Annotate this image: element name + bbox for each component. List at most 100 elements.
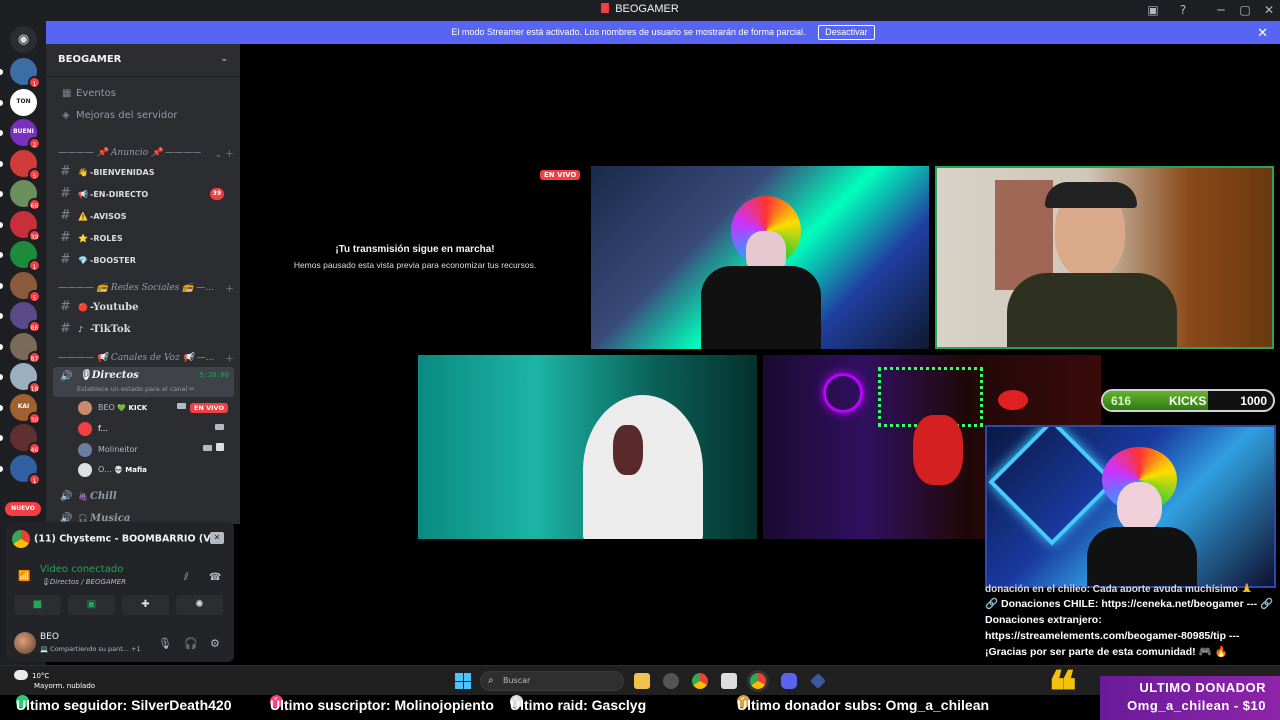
noise-suppression-icon[interactable]: ⫽ [184,572,188,583]
server-label: TON [16,97,31,105]
unread-pip [0,221,3,228]
server-badge: 5 [28,289,41,303]
unread-pip [0,160,3,167]
category-anuncio[interactable]: ———— 📌 Anuncio 📌 ———— ⌄ ＋ [58,147,234,160]
chrome-active-icon[interactable] [750,673,766,689]
server-icon[interactable]: 1 [10,454,41,486]
server-badge: 87 [28,350,41,364]
events-item[interactable]: ▦ Eventos [54,84,234,104]
obs-icon[interactable] [663,673,679,689]
paused-subtitle: Hemos pausado esta vista previa para eco… [293,260,537,270]
server-icon[interactable]: 46 [10,424,41,455]
hash-icon: # [60,321,71,336]
channel-tiktok[interactable]: # ♪ -TikTok [54,319,234,339]
channel-booster[interactable]: # 💎 -BOOSTER [54,250,234,270]
category-redes[interactable]: ———— 📻 Redes Sociales 📻 —... ＋ [58,282,234,295]
settings-gear-icon[interactable]: ⚙ [210,637,220,650]
discord-taskbar-icon[interactable] [781,673,797,689]
soundboard-button[interactable]: ✺ [176,595,223,615]
chrome-icon[interactable] [692,673,708,689]
voice-user-o[interactable]: O... 💀 Mafia [78,461,232,479]
server-badge: 30 [28,411,41,425]
avatar [78,443,92,457]
start-button[interactable] [455,673,471,689]
close-icon[interactable]: ✕ [1257,21,1268,44]
server-icon[interactable]: 1 [10,58,41,89]
channel-youtube[interactable]: # 🔴 -Youtube [54,297,234,317]
camera-button[interactable]: ■ [14,595,61,615]
unread-pip [0,191,3,197]
voice-user-f[interactable]: f... [78,420,232,438]
last-donor-box: ULTIMO DONADOR Omg_a_chilean - $10 [1100,676,1280,720]
add-channel-icon[interactable]: ＋ [225,282,234,295]
category-voz[interactable]: ———— 📢 Canales de Voz 📢 —... ＋ [58,352,234,365]
windows-taskbar: 10°C Mayorm. nublado ⌕ Buscar [0,665,1280,695]
headphones-icon[interactable]: 🎧 [184,637,198,650]
weather-desc: Mayorm. nublado [34,682,96,690]
disconnect-icon[interactable]: ☎ [209,572,221,583]
speaker-icon: 🔊 [60,491,73,502]
server-icon[interactable]: TON [10,88,37,116]
donation-line: 🔗 Donaciones CHILE: https://ceneka.net/b… [985,598,1274,610]
server-icon[interactable]: 1 [10,241,41,272]
stop-share-icon[interactable]: ✕ [210,532,224,544]
add-channel-icon[interactable]: ＋ [225,352,234,365]
kicks-current: 616 [1111,394,1132,408]
activities-button[interactable]: ✚ [122,595,169,615]
server-header[interactable]: BEOGAMER ⌄ [46,44,240,77]
unread-pip [0,435,3,441]
microphone-icon[interactable]: 🎙 [158,637,172,650]
screen-share-button[interactable]: ▣ [68,595,115,615]
channel-roles[interactable]: # ⭐ -ROLES [54,228,234,248]
channel-bienvenidas[interactable]: # 👋 -BIENVENIDAS [54,162,234,182]
video-tile-ghost[interactable] [418,355,757,539]
video-tile-webcam-beo[interactable] [935,166,1274,349]
discord-home-icon[interactable]: ◉ [10,26,37,53]
channel-en-directo[interactable]: # 📢 -EN-DIRECTO 39 [54,184,234,204]
server-icon[interactable]: 5 [10,149,41,181]
voice-user-molineitor[interactable]: Molineitor [78,441,232,459]
server-badge: 2 [28,137,41,150]
chevron-down-icon: ⌄ [220,54,228,64]
avatar[interactable] [14,632,36,654]
deactivate-streamer-button[interactable]: Desactivar [818,25,875,40]
server-icon[interactable]: 5 [10,271,41,303]
server-icon[interactable]: 86 [10,302,41,333]
signal-icon: 📶 [18,571,31,582]
hash-icon: # [60,230,71,245]
channel-status[interactable]: Establece un estado para el canal ✏ [77,385,195,393]
avatar [78,401,92,415]
server-icon[interactable]: KAI 30 [10,393,41,425]
weather-widget[interactable]: 10°C Mayorm. nublado [14,670,95,691]
server-icon[interactable]: 39 [10,210,41,242]
inbox-icon[interactable]: ▣ [1146,2,1160,19]
donor-title: ULTIMO DONADOR [1139,680,1266,695]
server-badge: 66 [28,198,41,211]
add-channel-icon[interactable]: ⌄ ＋ [215,147,234,160]
maximize-button[interactable]: ▢ [1238,2,1252,19]
server-icon[interactable]: BUENI 2 [10,119,41,150]
voice-user-beo[interactable]: BEO 💚 KICK EN VIVO [78,399,232,417]
server-boost-item[interactable]: ◈ Mejoras del servidor [54,106,234,126]
voice-channel-directos[interactable]: 🔊 🎙Directos 5:20:00 Establece un estado … [53,367,234,397]
voice-channel-chill[interactable]: 🔊 🍇 Chill [54,486,234,506]
server-icon[interactable]: 66 [10,180,41,211]
server-icon[interactable]: 18 [10,363,41,394]
voice-location[interactable]: 🎙Directos / BEOGAMER [41,578,126,586]
activity-row[interactable]: (11) Chystemc - BOOMBARRIO (V... ✕ [12,530,228,548]
channel-avisos[interactable]: # ⚠️ -AVISOS [54,206,234,226]
paused-title: ¡Tu transmisión sigue en marcha! [335,244,495,255]
video-tile-gamer-clown[interactable] [591,166,929,349]
minimize-button[interactable]: ─ [1214,2,1228,19]
server-badge: 18 [28,381,41,394]
taskbar-search[interactable]: ⌕ Buscar [480,671,624,691]
close-window-button[interactable]: ✕ [1262,2,1276,19]
overlay-camera-clown [985,425,1276,588]
app-diamond-icon[interactable] [810,673,826,689]
server-icon[interactable]: 87 [10,332,41,364]
banner-text: El modo Streamer está activado. Los nomb… [451,27,806,37]
help-icon[interactable]: ? [1176,2,1190,19]
file-explorer-icon[interactable] [634,673,650,689]
unread-pip [0,465,3,472]
window-app-icon[interactable] [721,673,737,689]
